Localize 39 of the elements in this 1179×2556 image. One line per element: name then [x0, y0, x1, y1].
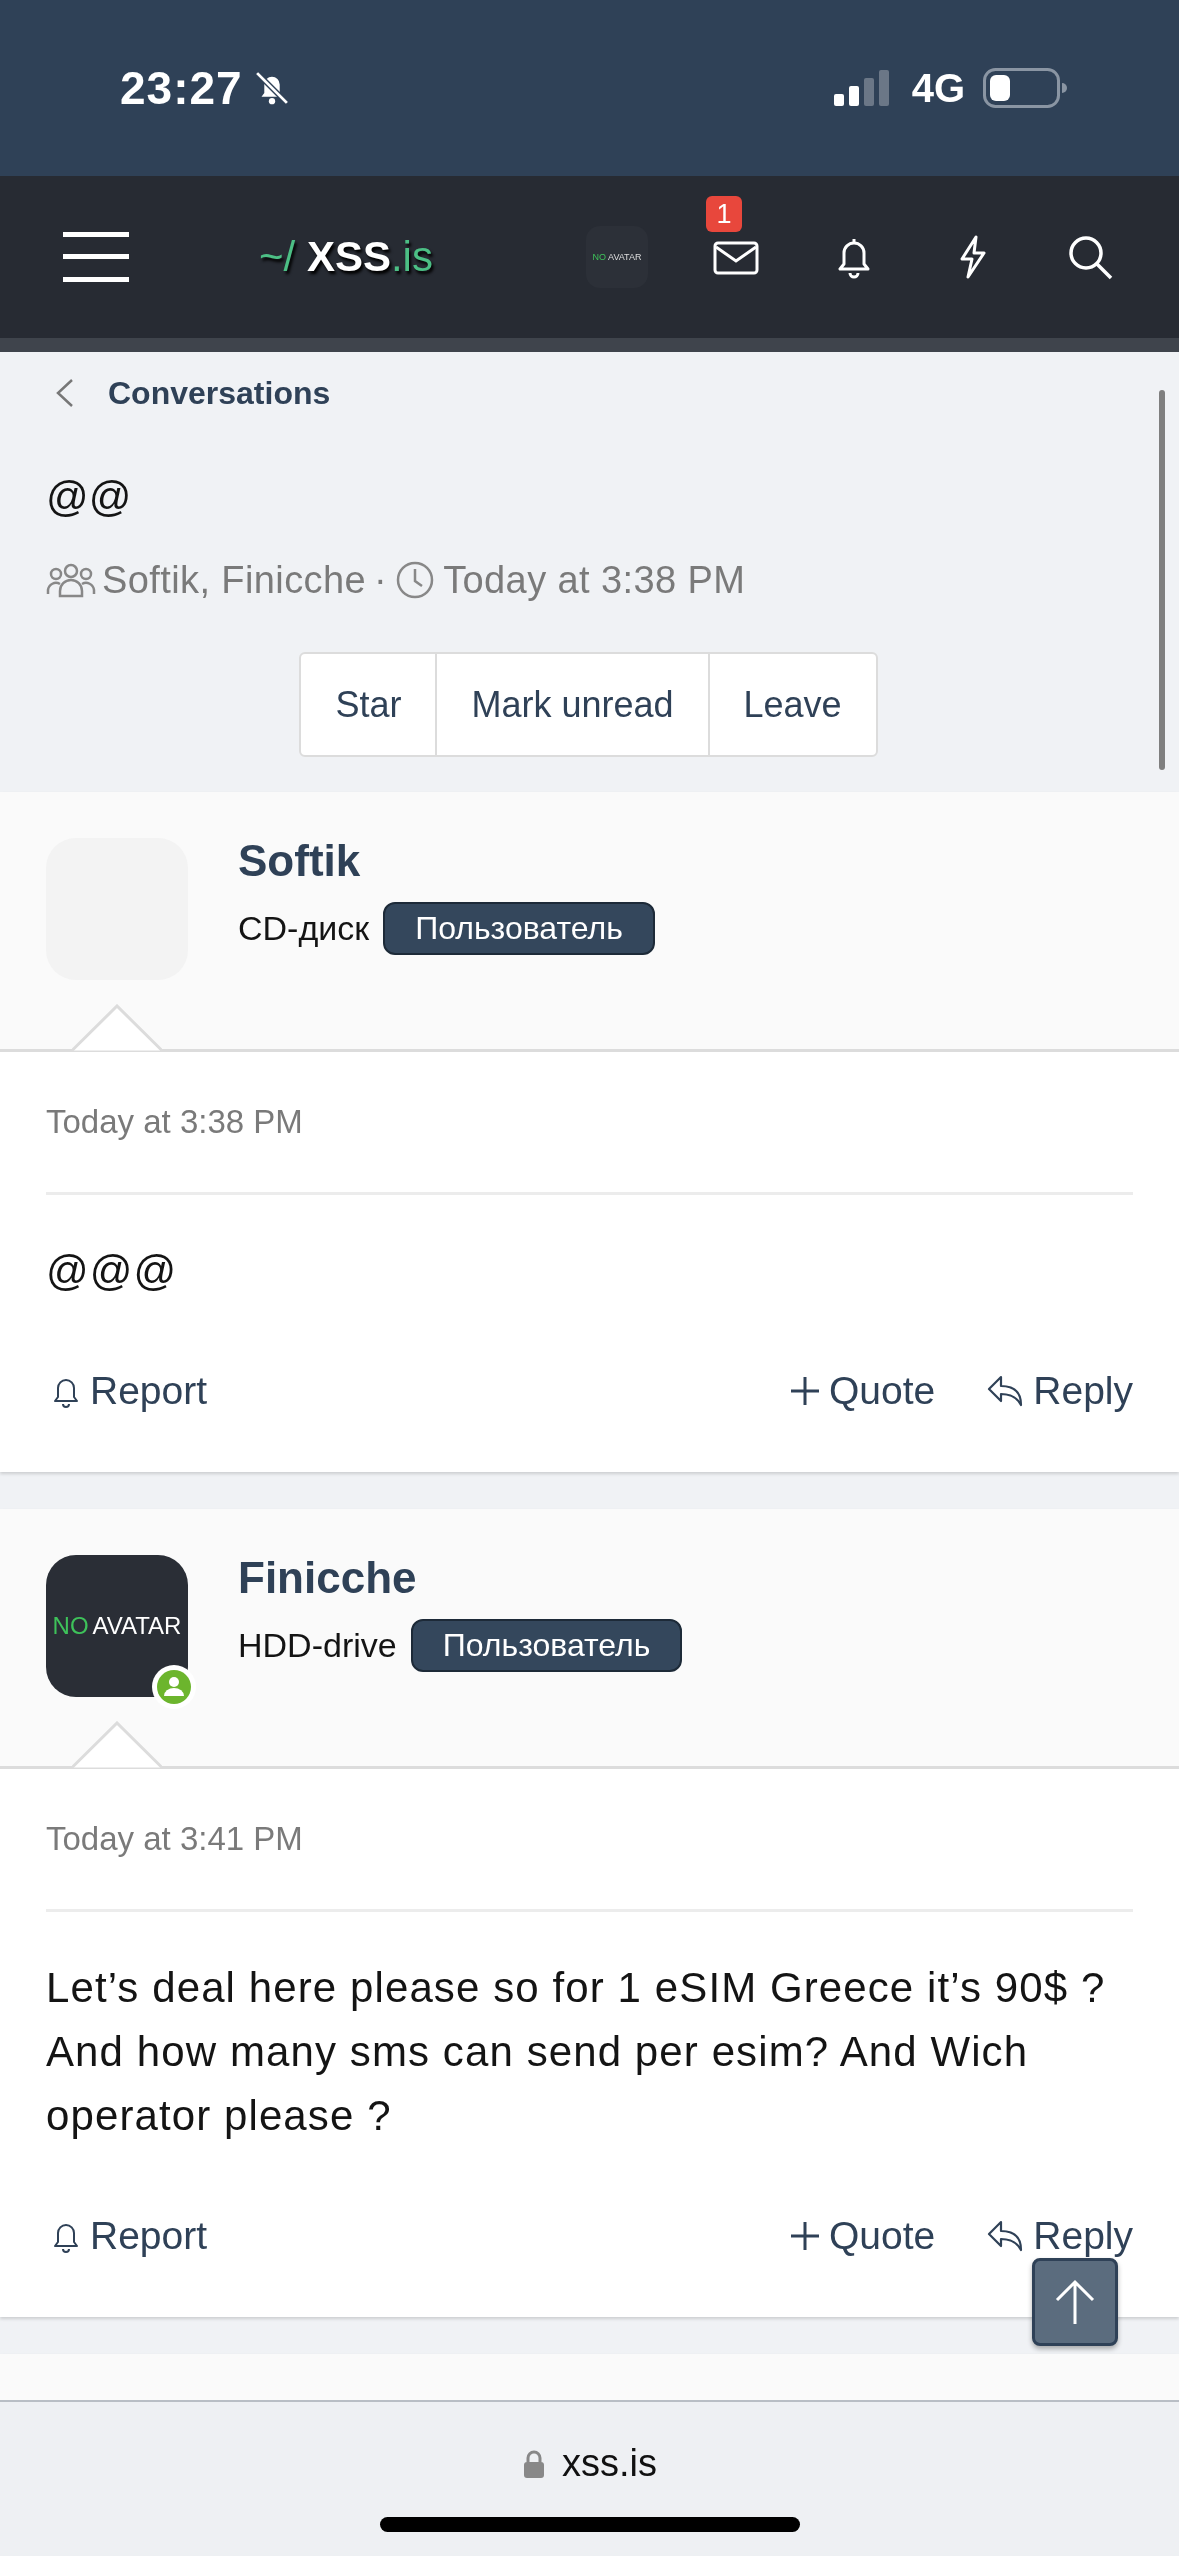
report-link[interactable]: Report	[46, 2214, 208, 2258]
message-date: Today at 3:38 PM	[46, 1102, 304, 1142]
unread-count: 1	[706, 196, 742, 232]
clock-icon	[395, 560, 436, 600]
scrollbar[interactable]	[1159, 390, 1165, 770]
site-logo[interactable]: ~/ XSS.is	[259, 233, 433, 281]
user-rank: CD-диск	[238, 908, 370, 948]
author-name[interactable]: Finicche	[238, 1550, 683, 1606]
breadcrumb-link[interactable]: Conversations	[108, 374, 331, 412]
reply-link[interactable]: Reply	[983, 1369, 1133, 1413]
clock-time: 23:27	[120, 61, 243, 115]
menu-icon[interactable]	[63, 230, 129, 284]
role-badge: Пользователь	[383, 901, 655, 955]
quote-link[interactable]: Quote	[785, 2214, 936, 2258]
reply-link[interactable]: Reply	[983, 2214, 1133, 2258]
author-avatar[interactable]: NO AVATAR	[46, 1555, 188, 1697]
quote-link[interactable]: Quote	[785, 1369, 936, 1413]
role-badge: Пользователь	[410, 1618, 683, 1672]
user-avatar[interactable]: NO AVATAR	[586, 226, 648, 288]
url-text[interactable]: xss.is	[562, 2442, 657, 2485]
up-arrow-icon	[1053, 2278, 1097, 2326]
signal-icon	[833, 70, 890, 106]
network-label: 4G	[911, 65, 965, 111]
conversation-title: @@	[46, 472, 133, 522]
search-icon[interactable]	[1066, 233, 1114, 281]
start-date: Today at 3:38 PM	[443, 558, 746, 602]
user-rank: HDD-drive	[238, 1625, 397, 1665]
participants: Softik, Finicche	[102, 558, 367, 602]
message-text: Let’s deal here please so for 1 eSIM Greece it’s 90$ ? And how many sms can send per esim? And Wich operator please ?	[46, 1963, 1107, 2141]
report-link[interactable]: Report	[46, 1369, 208, 1413]
message-text: @@@	[46, 1246, 179, 1296]
message-date: Today at 3:41 PM	[46, 1819, 304, 1859]
action-button[interactable]: Leave	[707, 652, 878, 757]
author-name[interactable]: Softik	[238, 833, 655, 889]
separator-dot: ·	[374, 558, 388, 602]
action-button[interactable]: Star	[299, 652, 438, 757]
battery-icon	[983, 68, 1067, 108]
scroll-to-top-button[interactable]	[1032, 2258, 1118, 2346]
action-button[interactable]: Mark unread	[435, 652, 710, 757]
